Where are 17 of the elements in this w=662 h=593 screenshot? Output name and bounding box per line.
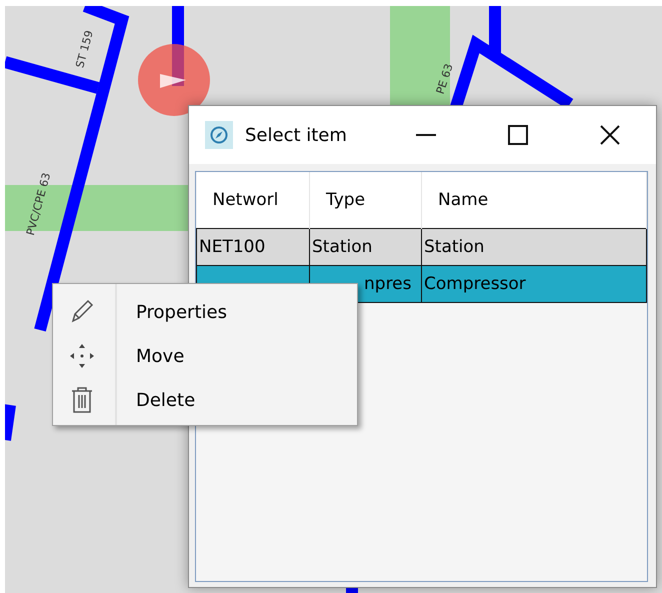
table-cell: NET100 xyxy=(196,228,310,266)
table-cell: Station xyxy=(422,228,646,266)
column-header[interactable]: Type xyxy=(310,172,422,228)
menu-item[interactable]: Delete xyxy=(53,378,357,422)
compass-icon xyxy=(205,121,233,149)
pipe-label: PE 63 xyxy=(434,62,456,96)
minimize-icon xyxy=(415,134,437,136)
window-title: Select item xyxy=(245,124,348,146)
column-header[interactable]: Networl xyxy=(196,172,310,228)
menu-item[interactable]: Move xyxy=(53,334,357,378)
close-icon xyxy=(598,125,622,145)
table-cell: Station xyxy=(310,228,422,266)
pipe-label: ST 159 xyxy=(73,28,96,70)
table-cell: Compressor xyxy=(422,266,646,302)
table-row[interactable]: NET100 Station Station xyxy=(196,228,646,266)
column-header[interactable]: Name xyxy=(422,172,646,228)
maximize-icon xyxy=(506,125,530,145)
